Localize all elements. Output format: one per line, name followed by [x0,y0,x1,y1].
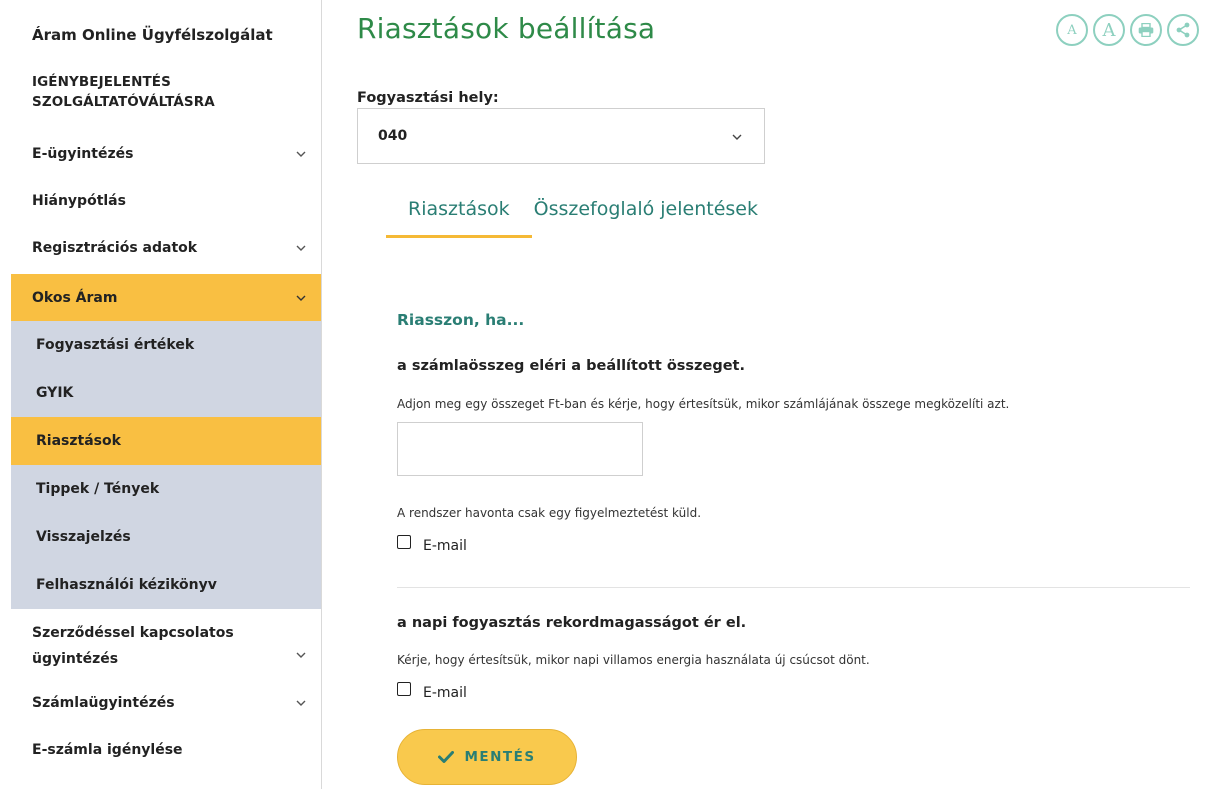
font-large-icon: A [1102,19,1116,41]
sidebar-subitem-riasztasok[interactable]: Riasztások [11,417,321,465]
location-select-value: 040 [378,128,408,144]
tab-riasztasok[interactable]: Riasztások [386,198,532,238]
sidebar-item-label: Fogyasztási értékek [36,337,195,353]
amount-input[interactable] [397,422,643,476]
page-title: Riasztások beállítása [357,12,656,45]
tab-label: Riasztások [408,198,510,220]
location-label: Fogyasztási hely: [357,90,499,106]
sidebar-subitem-fogyasztasi-ertekek[interactable]: Fogyasztási értékek [11,321,321,369]
sidebar-item-label: Felhasználói kézikönyv [36,577,217,593]
sidebar-title[interactable]: Áram Online Ügyfélszolgálat [11,24,321,46]
sidebar-item-hianypotlas[interactable]: Hiánypótlás [11,181,321,221]
sidebar-item-szamlaugyintezes[interactable]: Számlaügyintézés [11,683,321,723]
sidebar-item-label: GYIK [36,385,74,401]
chevron-down-icon [732,128,742,144]
sidebar-item-label: Tippek / Tények [36,481,160,497]
bill-email-option[interactable]: E-mail [397,535,467,554]
checkmark-icon [438,751,455,763]
bill-alert-description: Adjon meg egy összeget Ft-ban és kérje, … [397,397,1010,411]
sidebar-item-okos-aram[interactable]: Okos Áram [11,274,321,321]
sidebar-title-label: Áram Online Ügyfélszolgálat [32,26,273,44]
bill-alert-title: a számlaösszeg eléri a beállított összeg… [397,358,745,374]
sidebar-item-e-szamla[interactable]: E-számla igénylése [11,730,321,770]
sidebar-item-e-ugyintezes[interactable]: E-ügyintézés [11,134,321,174]
share-button[interactable] [1167,14,1199,46]
bill-email-checkbox[interactable] [397,535,411,549]
bill-email-label: E-mail [423,538,467,554]
sidebar-item-szolgaltatovaltas[interactable]: IGÉNYBEJELENTÉS SZOLGÁLTATÓVÁLTÁSRA [11,70,321,114]
page-toolbar: A A [1056,14,1199,46]
sidebar-item-szerzodes[interactable]: Szerződéssel kapcsolatos ügyintézés [11,620,321,670]
record-alert-description: Kérje, hogy értesítsük, mikor napi villa… [397,653,870,667]
sidebar-item-label: Regisztrációs adatok [32,240,198,256]
tab-bar: Riasztások Összefoglaló jelentések [386,198,780,240]
share-icon [1176,22,1190,38]
print-icon [1138,23,1154,37]
record-email-option[interactable]: E-mail [397,682,467,701]
sidebar-item-label: Visszajelzés [36,529,131,545]
chevron-down-icon [294,648,308,662]
sidebar-item-label: IGÉNYBEJELENTÉS SZOLGÁLTATÓVÁLTÁSRA [32,74,215,110]
section-divider [397,587,1190,588]
sidebar-item-label: E-ügyintézés [32,146,134,162]
sidebar-item-label: Számlaügyintézés [32,695,175,711]
sidebar-item-label: Szerződéssel kapcsolatos ügyintézés [32,625,234,667]
save-button-label: MENTÉS [464,749,536,765]
sidebar-item-label: Riasztások [36,433,121,449]
sidebar-subitem-felhasznaloi-kezikonyv[interactable]: Felhasználói kézikönyv [11,561,321,609]
increase-font-button[interactable]: A [1093,14,1125,46]
alerts-heading: Riasszon, ha... [397,311,525,329]
sidebar-item-label: E-számla igénylése [32,742,183,758]
record-alert-title: a napi fogyasztás rekordmagasságot ér el… [397,615,747,631]
chevron-down-icon [294,696,308,710]
sidebar-subitem-tippek-tenyek[interactable]: Tippek / Tények [11,465,321,513]
tab-label: Összefoglaló jelentések [533,198,758,220]
font-small-icon: A [1067,22,1077,38]
decrease-font-button[interactable]: A [1056,14,1088,46]
print-button[interactable] [1130,14,1162,46]
chevron-down-icon [294,241,308,255]
sidebar-subitem-visszajelzes[interactable]: Visszajelzés [11,513,321,561]
chevron-down-icon [294,291,308,305]
record-email-label: E-mail [423,685,467,701]
sidebar-subitem-gyik[interactable]: GYIK [11,369,321,417]
chevron-down-icon [294,147,308,161]
save-button[interactable]: MENTÉS [397,729,577,785]
sidebar: Áram Online Ügyfélszolgálat IGÉNYBEJELEN… [11,0,322,789]
tab-osszefoglalo-jelentesek[interactable]: Összefoglaló jelentések [532,198,780,238]
sidebar-item-label: Hiánypótlás [32,193,126,209]
sidebar-item-regisztracios-adatok[interactable]: Regisztrációs adatok [11,228,321,268]
location-select[interactable]: 040 [357,108,765,164]
bill-alert-note: A rendszer havonta csak egy figyelmeztet… [397,506,702,520]
sidebar-item-label: Okos Áram [32,289,118,306]
record-email-checkbox[interactable] [397,682,411,696]
